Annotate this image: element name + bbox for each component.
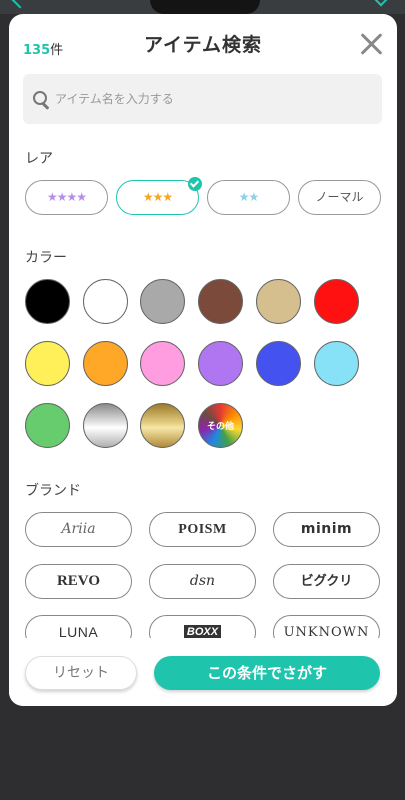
search-input[interactable] xyxy=(55,74,375,124)
rarity-normal-label: ノーマル xyxy=(315,190,364,204)
rarity-3-star-button[interactable]: ★★★ xyxy=(116,177,202,215)
three-star-icon: ★★★ xyxy=(142,190,173,204)
brand-button-unknown[interactable]: UNKNOWN xyxy=(273,615,380,638)
brand-button-boxx[interactable]: BOXX xyxy=(149,615,256,638)
brand-logo-poism: POISM xyxy=(178,522,227,537)
brand-button-luna[interactable]: LUNA xyxy=(25,615,132,638)
brand-button-poism[interactable]: POISM xyxy=(149,512,256,547)
rarity-4-star-button[interactable]: ★★★★ xyxy=(25,180,108,215)
item-search-modal: 135件 アイテム検索 レア ★★★★ ★★★ ★★ ノーマル カラー xyxy=(9,14,397,706)
brand-logo-ariia: Ariia xyxy=(61,521,96,537)
color-swatch-black[interactable] xyxy=(25,279,70,324)
search-submit-button[interactable]: この条件でさがす xyxy=(154,656,380,690)
brand-button-biggukuri[interactable]: ビグクリ xyxy=(273,564,380,599)
brand-logo-revo: REVO xyxy=(56,573,101,589)
modal-footer: リセット この条件でさがす xyxy=(9,638,397,706)
brand-section-label: ブランド xyxy=(25,483,81,499)
color-swatch-yellow[interactable] xyxy=(25,341,70,386)
reset-button[interactable]: リセット xyxy=(25,656,137,690)
color-swatch-gray[interactable] xyxy=(140,279,185,324)
close-icon[interactable] xyxy=(359,32,383,56)
rarity-normal-button[interactable]: ノーマル xyxy=(298,180,381,215)
color-swatch-green[interactable] xyxy=(25,403,70,448)
color-swatch-orange[interactable] xyxy=(83,341,128,386)
rarity-2-star-button[interactable]: ★★ xyxy=(207,180,290,215)
color-swatch-light-blue[interactable] xyxy=(314,341,359,386)
selected-check-icon xyxy=(188,177,202,191)
color-swatch-gold[interactable] xyxy=(140,403,185,448)
background-character xyxy=(150,0,260,14)
filter-scroll-area[interactable]: 135件 アイテム検索 レア ★★★★ ★★★ ★★ ノーマル カラー xyxy=(9,14,397,638)
color-swatch-blue[interactable] xyxy=(256,341,301,386)
color-other-label: その他 xyxy=(206,422,234,432)
color-swatch-pink[interactable] xyxy=(140,341,185,386)
brand-logo-dsn: dsn xyxy=(189,573,216,589)
brand-button-minim[interactable]: minim xyxy=(273,512,380,547)
brand-logo-unknown: UNKNOWN xyxy=(283,625,370,638)
color-swatch-white[interactable] xyxy=(83,279,128,324)
modal-title: アイテム検索 xyxy=(143,34,263,56)
color-swatch-other[interactable]: その他 xyxy=(198,403,243,448)
brand-button-revo[interactable]: REVO xyxy=(25,564,132,599)
brand-logo-luna: LUNA xyxy=(58,624,99,638)
color-swatch-silver[interactable] xyxy=(83,403,128,448)
four-star-icon: ★★★★ xyxy=(46,190,87,204)
rarity-section-label: レア xyxy=(25,151,53,167)
brand-button-ariia[interactable]: Ariia xyxy=(25,512,132,547)
brand-logo-boxx: BOXX xyxy=(183,625,222,638)
search-box[interactable] xyxy=(23,74,382,124)
brand-button-dsn[interactable]: dsn xyxy=(149,564,256,599)
color-swatch-brown[interactable] xyxy=(198,279,243,324)
brand-logo-minim: minim xyxy=(300,521,353,537)
two-star-icon: ★★ xyxy=(238,190,259,204)
color-swatch-red[interactable] xyxy=(314,279,359,324)
brand-logo-biggukuri: ビグクリ xyxy=(300,574,353,589)
color-swatch-beige[interactable] xyxy=(256,279,301,324)
search-icon xyxy=(33,91,47,105)
color-section-label: カラー xyxy=(25,250,67,266)
color-swatch-purple[interactable] xyxy=(198,341,243,386)
